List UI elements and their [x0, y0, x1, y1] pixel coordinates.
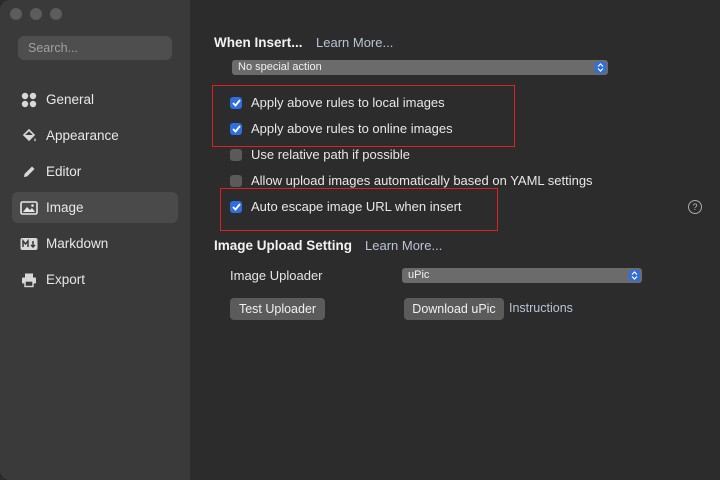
relative-path-checkbox[interactable]: Use relative path if possible [230, 147, 410, 162]
when-insert-heading: When Insert... [214, 35, 303, 50]
sidebar-item-label: General [46, 92, 95, 107]
upload-setting-heading: Image Upload Setting [214, 238, 353, 253]
insert-action-value: No special action [238, 61, 322, 73]
printer-icon [20, 271, 38, 289]
upload-learn-more-link[interactable]: Learn More... [365, 238, 442, 253]
chevron-updown-icon [629, 270, 640, 281]
pencil-icon [20, 163, 38, 181]
insert-action-select[interactable]: No special action [232, 60, 608, 75]
checkbox-label: Use relative path if possible [251, 147, 410, 162]
minimize-window-button[interactable] [30, 8, 42, 20]
sidebar-item-label: Image [46, 200, 84, 215]
sidebar-item-export[interactable]: Export [12, 264, 178, 295]
sidebar-item-label: Editor [46, 164, 82, 179]
grid-icon [20, 91, 38, 109]
test-uploader-button[interactable]: Test Uploader [230, 298, 325, 320]
close-window-button[interactable] [10, 8, 22, 20]
markdown-icon [20, 235, 38, 253]
download-upic-button[interactable]: Download uPic [404, 298, 504, 320]
checkbox-box [230, 148, 242, 161]
image-icon [20, 199, 38, 217]
chevron-updown-icon [595, 62, 606, 73]
settings-panel: When Insert... Learn More... No special … [190, 0, 720, 480]
annotation-highlight-box [212, 85, 515, 147]
when-insert-learn-more-link[interactable]: Learn More... [316, 35, 393, 50]
preferences-window: Search... General Appearance Editor Imag… [0, 0, 720, 480]
paint-bucket-icon [20, 127, 38, 145]
annotation-highlight-box [220, 188, 498, 231]
checkbox-box [230, 174, 242, 187]
image-uploader-value: uPic [408, 269, 430, 281]
sidebar: Search... General Appearance Editor Imag… [0, 0, 190, 480]
sidebar-item-general[interactable]: General [12, 84, 178, 115]
sidebar-item-markdown[interactable]: Markdown [12, 228, 178, 259]
search-input[interactable]: Search... [18, 36, 172, 60]
sidebar-item-label: Markdown [46, 236, 109, 251]
image-uploader-select[interactable]: uPic [402, 268, 642, 283]
sidebar-item-label: Appearance [46, 128, 119, 143]
yaml-upload-checkbox[interactable]: Allow upload images automatically based … [230, 173, 593, 188]
zoom-window-button[interactable] [50, 8, 62, 20]
checkbox-label: Allow upload images automatically based … [251, 173, 593, 188]
help-icon[interactable]: ? [688, 200, 702, 214]
image-uploader-label: Image Uploader [230, 268, 323, 283]
sidebar-item-editor[interactable]: Editor [12, 156, 178, 187]
sidebar-item-image[interactable]: Image [12, 192, 178, 223]
instructions-link[interactable]: Instructions [509, 301, 573, 315]
sidebar-item-label: Export [46, 272, 86, 287]
sidebar-item-appearance[interactable]: Appearance [12, 120, 178, 151]
